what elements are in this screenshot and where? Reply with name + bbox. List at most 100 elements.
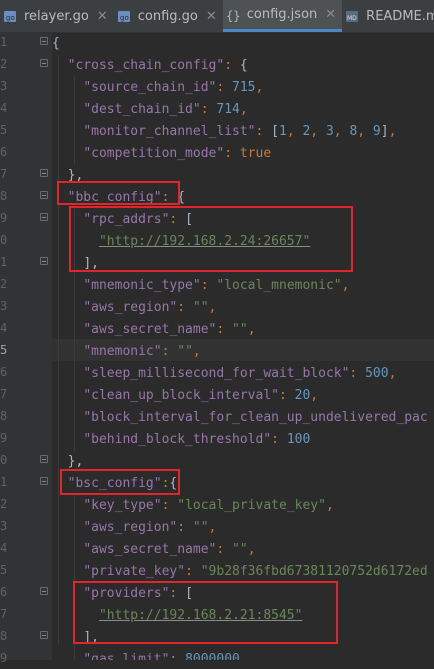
svg-text:{}: {} <box>226 9 240 22</box>
json-key: "private_key" <box>83 564 186 579</box>
code-line: "source_chain_id": 715, <box>83 80 264 95</box>
close-icon[interactable]: ✕ <box>97 9 108 24</box>
line-number: 4 <box>0 321 8 335</box>
json-string: "9b28f36fbd67381120752d6172ed <box>200 564 428 579</box>
line-number: 2 <box>0 277 8 291</box>
json-number: 1 <box>278 124 287 139</box>
code-line: "aws_secret_name": "", <box>83 322 256 337</box>
editor-tab-bar: go relayer.go ✕ go config.go ✕ {} config… <box>0 0 434 33</box>
fold-marker-icon[interactable] <box>40 59 48 67</box>
json-number: 3 <box>325 124 334 139</box>
json-string: "" <box>232 322 248 337</box>
code-line: "competition_mode": true <box>83 146 272 161</box>
json-key: "aws_secret_name" <box>83 542 217 557</box>
json-key: "aws_region" <box>83 520 178 535</box>
code-line: "cross_chain_config": { <box>67 58 248 73</box>
json-key: "monitor_channel_list" <box>83 124 256 139</box>
json-boolean: true <box>239 146 272 161</box>
json-key: "aws_region" <box>83 300 178 315</box>
line-number: 0 <box>0 453 8 467</box>
line-number: 2 <box>0 497 8 511</box>
line-number: 7 <box>0 387 8 401</box>
tab-label: config.go <box>137 8 198 24</box>
markdown-file-icon: MD <box>344 8 360 24</box>
line-number: 8 <box>0 189 8 203</box>
json-key: "block_interval_for_clean_up_undelivered… <box>83 410 428 425</box>
json-string: "" <box>177 344 193 359</box>
json-number: 100 <box>286 432 311 447</box>
fold-marker-icon[interactable] <box>40 587 48 595</box>
fold-marker-icon[interactable] <box>40 477 48 485</box>
json-number: 8000000 <box>185 652 240 660</box>
code-line: "aws_region": "", <box>83 520 217 535</box>
line-number: 4 <box>0 101 8 115</box>
code-line: "mnemonic": "", <box>83 344 201 359</box>
json-string: "local_mnemonic" <box>216 278 342 293</box>
json-key: "cross_chain_config" <box>67 58 225 73</box>
json-string: "" <box>232 542 248 557</box>
line-number: 9 <box>0 651 8 665</box>
tab-label: config.json <box>246 7 318 22</box>
json-key: "mnemonic_type" <box>83 278 201 293</box>
highlight-box-bbc-config <box>57 181 180 205</box>
svg-text:MD: MD <box>347 15 357 22</box>
line-number: 7 <box>0 607 8 621</box>
fold-marker-icon[interactable] <box>40 455 48 463</box>
go-file-icon: go <box>116 8 132 24</box>
tab-config-json[interactable]: {} config.json ✕ <box>222 0 343 32</box>
json-string: "local_private_key" <box>177 498 326 513</box>
svg-text:go: go <box>6 14 15 22</box>
line-number: 8 <box>0 629 8 643</box>
tab-label: README.md <box>366 8 434 24</box>
json-key: "aws_secret_name" <box>83 322 217 337</box>
close-icon[interactable]: ✕ <box>206 9 217 24</box>
highlight-box-bsc-config <box>60 469 180 495</box>
fold-marker-icon[interactable] <box>40 191 48 199</box>
line-number: 3 <box>0 299 8 313</box>
line-number: 5 <box>0 123 8 137</box>
code-line: "aws_region": "", <box>83 300 217 315</box>
json-key: "competition_mode" <box>83 146 225 161</box>
line-number: 2 <box>0 57 8 71</box>
line-number: 8 <box>0 409 8 423</box>
code-line: "aws_secret_name": "", <box>83 542 256 557</box>
code-line: "clean_up_block_interval": 20, <box>83 388 319 403</box>
code-line: "behind_block_threshold": 100 <box>83 432 311 447</box>
tab-relayer-go[interactable]: go relayer.go ✕ <box>0 0 114 32</box>
json-number: 20 <box>294 388 311 403</box>
line-number: 6 <box>0 365 8 379</box>
code-editor[interactable]: { "cross_chain_config": { "source_chain_… <box>52 33 434 660</box>
json-key: "clean_up_block_interval" <box>83 388 279 403</box>
tab-config-go[interactable]: go config.go ✕ <box>114 0 223 32</box>
line-number: 6 <box>0 585 8 599</box>
json-key: "gas_limit" <box>83 652 170 660</box>
tab-readme-md[interactable]: MD README.md <box>342 0 434 32</box>
svg-text:go: go <box>120 14 129 22</box>
fold-marker-icon[interactable] <box>40 631 48 639</box>
line-number-current: 5 <box>0 343 8 357</box>
code-line: "private_key": "9b28f36fbd67381120752d61… <box>83 564 428 579</box>
json-number: 714 <box>216 102 240 117</box>
code-line: "sleep_millisecond_for_wait_block": 500, <box>83 366 397 381</box>
line-number-gutter: 1 2 3 4 5 6 7 8 9 0 1 2 3 4 5 6 7 8 9 0 … <box>0 33 52 665</box>
json-key: "source_chain_id" <box>83 80 217 95</box>
line-number: 9 <box>0 431 8 445</box>
fold-marker-icon[interactable] <box>40 213 48 221</box>
line-number: 0 <box>0 233 8 247</box>
fold-marker-icon[interactable] <box>40 37 48 45</box>
code-line: "dest_chain_id": 714, <box>83 102 248 117</box>
json-file-icon: {} <box>225 7 241 23</box>
tab-label: relayer.go <box>24 8 89 24</box>
json-string: "" <box>192 520 209 535</box>
fold-marker-icon[interactable] <box>40 257 48 265</box>
line-number: 1 <box>0 255 8 269</box>
code-line: "gas_limit": 8000000 <box>52 649 240 660</box>
code-line: "key_type": "local_private_key", <box>83 498 334 513</box>
json-key: "sleep_millisecond_for_wait_block" <box>83 366 350 381</box>
close-icon[interactable]: ✕ <box>325 7 336 22</box>
json-key: "behind_block_threshold" <box>83 432 272 447</box>
fold-marker-icon[interactable] <box>40 169 48 177</box>
json-key: "dest_chain_id" <box>83 102 201 117</box>
json-number: 9 <box>372 124 381 139</box>
go-file-icon: go <box>2 8 18 24</box>
